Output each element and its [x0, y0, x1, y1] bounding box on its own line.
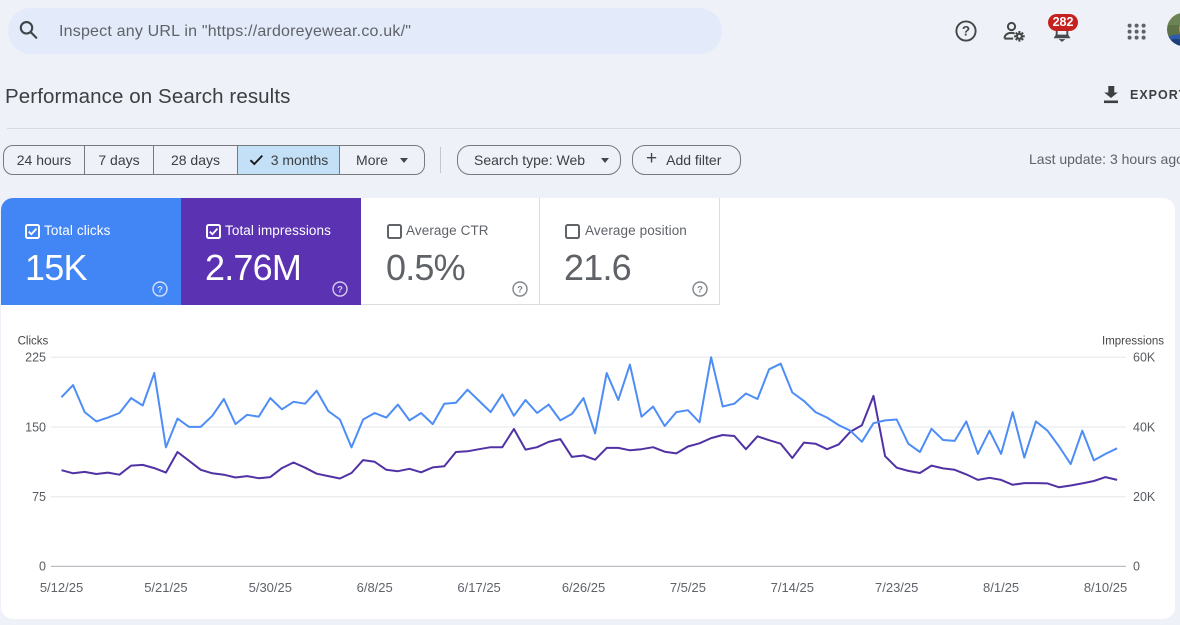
- svg-text:0: 0: [39, 560, 46, 574]
- svg-text:5/21/25: 5/21/25: [144, 580, 187, 595]
- svg-text:225: 225: [25, 351, 46, 365]
- svg-text:Impressions: Impressions: [1102, 336, 1164, 348]
- svg-text:6/17/25: 6/17/25: [457, 580, 500, 595]
- svg-text:?: ?: [697, 284, 703, 295]
- svg-text:?: ?: [157, 284, 163, 295]
- svg-text:75: 75: [32, 490, 46, 504]
- svg-text:8/1/25: 8/1/25: [983, 580, 1019, 595]
- svg-text:7/23/25: 7/23/25: [875, 580, 918, 595]
- svg-text:Clicks: Clicks: [18, 336, 49, 348]
- svg-text:0: 0: [1133, 560, 1140, 574]
- svg-text:7/5/25: 7/5/25: [670, 580, 706, 595]
- svg-text:6/8/25: 6/8/25: [357, 580, 393, 595]
- svg-text:6/26/25: 6/26/25: [562, 580, 605, 595]
- svg-text:?: ?: [337, 284, 343, 295]
- svg-text:5/30/25: 5/30/25: [249, 580, 292, 595]
- svg-text:7/14/25: 7/14/25: [771, 580, 814, 595]
- svg-text:5/12/25: 5/12/25: [40, 580, 83, 595]
- svg-text:8/10/25: 8/10/25: [1084, 580, 1127, 595]
- svg-text:?: ?: [962, 24, 970, 39]
- svg-text:150: 150: [25, 420, 46, 434]
- svg-text:60K: 60K: [1133, 351, 1156, 365]
- svg-text:40K: 40K: [1133, 420, 1156, 434]
- svg-text:20K: 20K: [1133, 490, 1156, 504]
- svg-text:?: ?: [517, 284, 523, 295]
